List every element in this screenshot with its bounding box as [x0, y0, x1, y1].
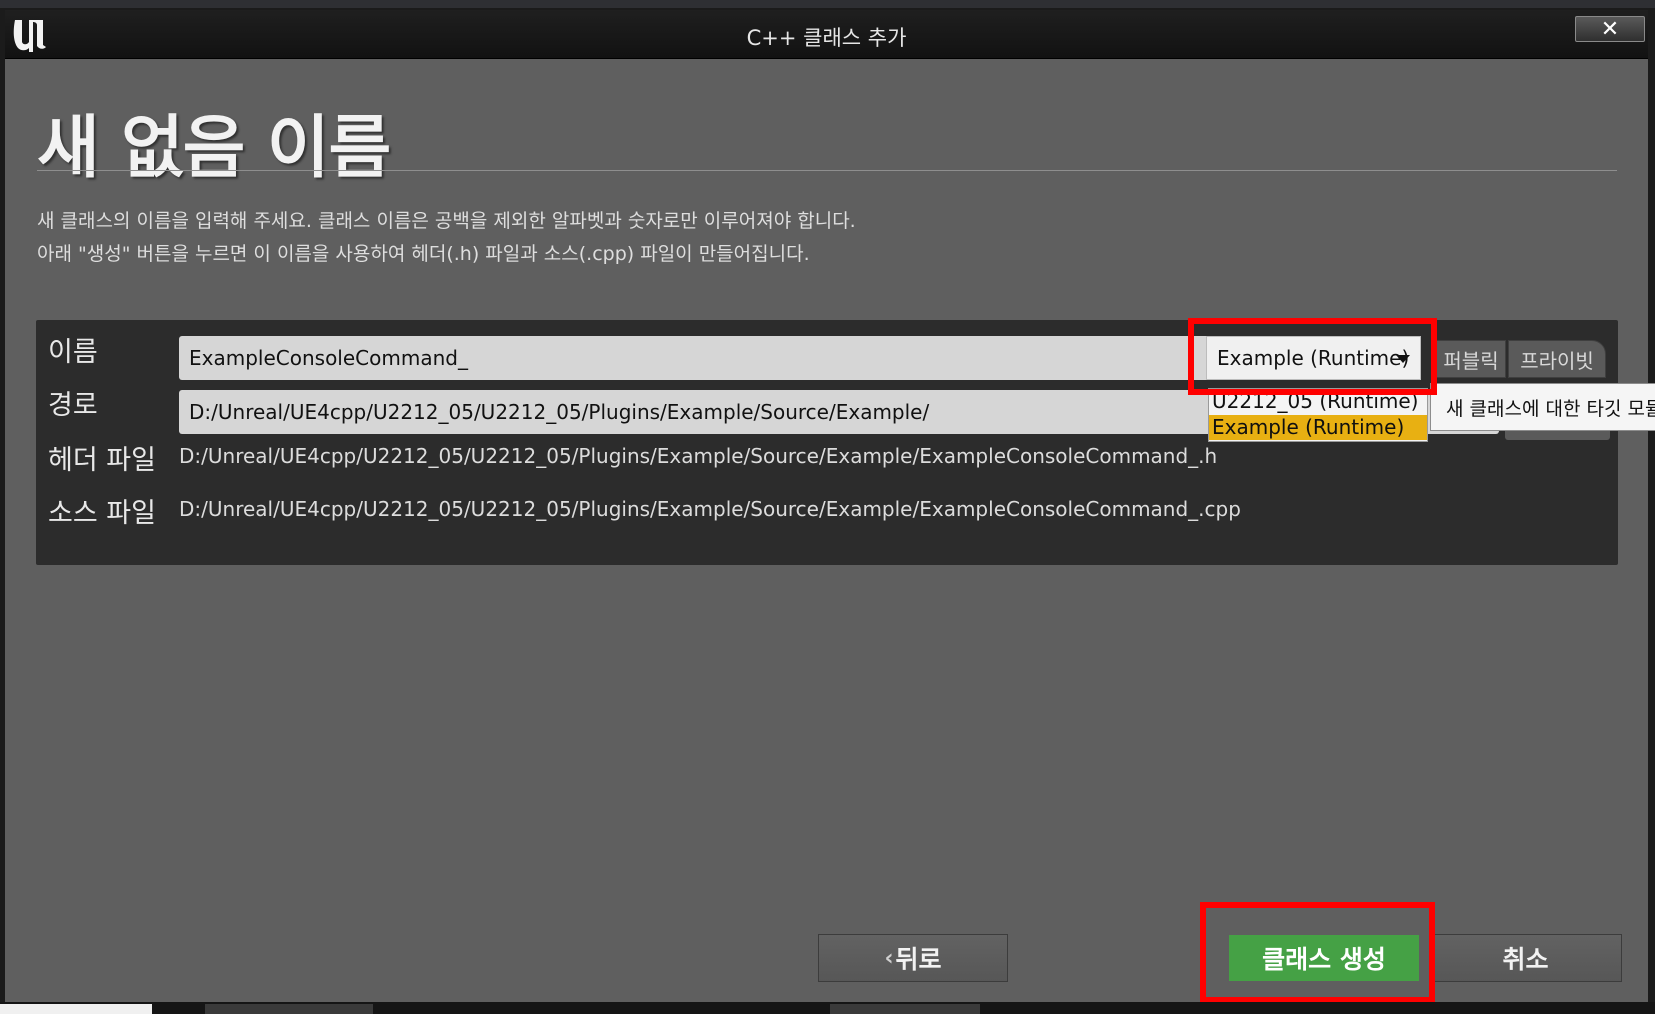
header-file-label: 헤더 파일	[48, 445, 156, 476]
close-button[interactable]: ✕	[1575, 16, 1645, 42]
title-bar[interactable]: C++ 클래스 추가 ✕	[5, 10, 1648, 59]
page-title: 새 없음 이름	[37, 109, 391, 188]
name-label: 이름	[48, 337, 98, 368]
close-icon: ✕	[1600, 16, 1620, 42]
top-strip	[0, 0, 1655, 8]
public-toggle[interactable]: 퍼블릭	[1436, 340, 1506, 378]
add-cpp-class-dialog: C++ 클래스 추가 ✕ 새 없음 이름 새 클래스의 이름을 입력해 주세요.…	[5, 10, 1655, 1003]
cancel-button[interactable]: 취소	[1429, 934, 1622, 982]
description-line-2: 아래 "생성" 버튼을 누르면 이 이름을 사용하여 헤더(.h) 파일과 소스…	[37, 243, 810, 265]
header-file-path: D:/Unreal/UE4cpp/U2212_05/U2212_05/Plugi…	[179, 444, 1218, 468]
target-module-tooltip: 새 클래스에 대한 타깃 모듈	[1430, 383, 1655, 431]
window-title: C++ 클래스 추가	[746, 26, 907, 50]
back-button[interactable]: ‹ 뒤로	[818, 934, 1008, 982]
module-dropdown-list: U2212_05 (Runtime) Example (Runtime)	[1208, 388, 1428, 442]
taskbar	[0, 1002, 1655, 1014]
create-class-button[interactable]: 클래스 생성	[1229, 935, 1419, 981]
chevron-left-icon: ‹	[884, 945, 894, 971]
module-option-selected[interactable]: Example (Runtime)	[1209, 415, 1427, 440]
private-toggle[interactable]: 프라이빗	[1508, 340, 1606, 378]
title-divider	[37, 170, 1617, 171]
back-button-label: 뒤로	[895, 945, 942, 974]
description-line-1: 새 클래스의 이름을 입력해 주세요. 클래스 이름은 공백을 제외한 알파벳과…	[37, 210, 856, 232]
target-module-select[interactable]: Example (Runtime)	[1206, 336, 1421, 380]
class-name-input[interactable]: ExampleConsoleCommand_	[179, 336, 1209, 380]
taskbar-item[interactable]	[205, 1004, 373, 1014]
target-module-value: Example (Runtime)	[1217, 346, 1410, 370]
chevron-down-icon	[1396, 355, 1410, 363]
taskbar-item[interactable]	[830, 1004, 980, 1014]
path-label: 경로	[48, 390, 98, 421]
taskbar-item[interactable]	[0, 1004, 152, 1014]
source-file-path: D:/Unreal/UE4cpp/U2212_05/U2212_05/Plugi…	[179, 497, 1241, 521]
module-option[interactable]: U2212_05 (Runtime)	[1209, 389, 1427, 414]
source-file-label: 소스 파일	[48, 498, 156, 529]
